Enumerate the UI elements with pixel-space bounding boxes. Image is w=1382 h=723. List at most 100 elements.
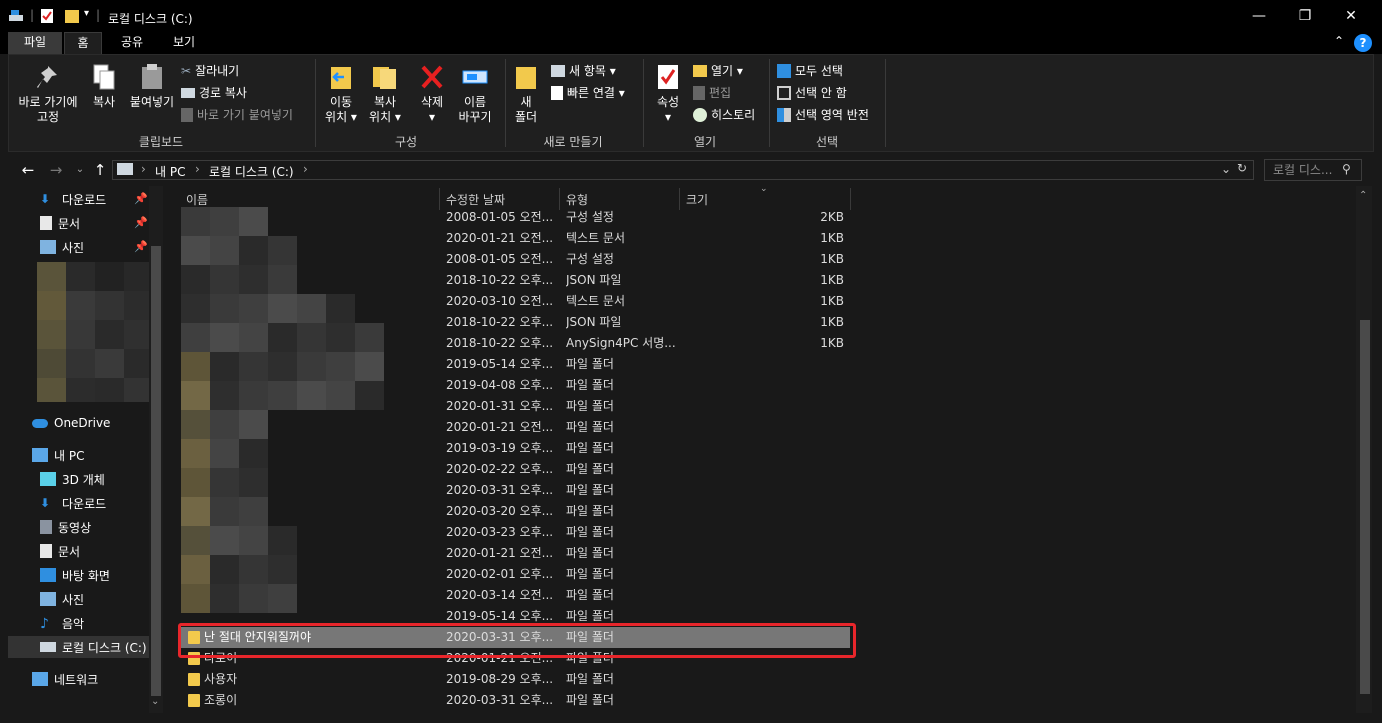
copy-to-button[interactable]: 복사 위치 ▾ <box>365 63 405 125</box>
address-bar[interactable]: › 내 PC › 로컬 디스크 (C:) › ⌄ ↻ <box>112 160 1254 180</box>
properties-button[interactable]: 속성 ▾ <box>653 63 683 125</box>
nav-scrollbar[interactable]: ⌄ <box>149 186 163 713</box>
collapse-ribbon-icon[interactable]: ⌃ <box>1334 34 1344 48</box>
recent-locations-button[interactable]: ⌄ <box>70 161 90 179</box>
breadcrumb-separator: › <box>303 162 308 176</box>
open-button[interactable]: 열기 ▾ <box>693 61 743 81</box>
drive-icon[interactable] <box>8 8 24 26</box>
help-button[interactable]: ? <box>1354 34 1372 52</box>
file-size: 1KB <box>820 231 844 245</box>
file-row[interactable]: 사용자 2019-08-29 오후... 파일 폴더 <box>180 669 850 690</box>
nav-label: 다운로드 <box>62 192 107 207</box>
paste-shortcut-button[interactable]: 바로 가기 붙여넣기 <box>181 105 293 125</box>
rename-button[interactable]: 이름 바꾸기 <box>455 63 495 125</box>
easy-access-button[interactable]: 빠른 연결 ▾ <box>551 83 625 103</box>
file-type: 파일 폴더 <box>566 441 614 455</box>
pin-to-quick-access-button[interactable]: 바로 가기에 고정 <box>15 63 81 125</box>
invert-selection-button[interactable]: 선택 영역 반전 <box>777 105 869 125</box>
file-date: 2020-03-10 오전... <box>446 294 554 308</box>
maximize-button[interactable]: ❐ <box>1282 0 1328 32</box>
file-date: 2020-01-21 오전... <box>446 231 554 245</box>
mosaic-tile <box>355 323 384 352</box>
scroll-up-icon[interactable]: ⌃ <box>1359 190 1367 201</box>
close-button[interactable]: ✕ <box>1328 0 1374 32</box>
file-name: 사용자 <box>204 672 238 686</box>
file-type: 텍스트 문서 <box>566 294 626 308</box>
nav-quick-pictures[interactable]: 사진 <box>40 236 84 258</box>
nav-3d-objects[interactable]: 3D 개체 <box>40 468 105 490</box>
file-type: JSON 파일 <box>566 315 622 329</box>
nav-onedrive[interactable]: OneDrive <box>32 412 110 434</box>
file-type: 파일 폴더 <box>566 483 614 497</box>
up-button[interactable]: ↑ <box>90 161 110 179</box>
refresh-icon[interactable]: ↻ <box>1237 161 1247 175</box>
properties-check-icon[interactable] <box>40 8 54 26</box>
back-button[interactable]: ← <box>18 161 38 179</box>
file-type: 파일 폴더 <box>566 546 614 560</box>
new-item-icon <box>551 65 565 77</box>
file-date: 2008-01-05 오전... <box>446 252 554 266</box>
nav-quick-documents[interactable]: 문서 <box>40 212 80 234</box>
history-button[interactable]: 히스토리 <box>693 105 755 125</box>
select-none-button[interactable]: 선택 안 함 <box>777 83 847 103</box>
delete-button[interactable]: 삭제 ▾ <box>415 63 449 125</box>
file-type: 파일 폴더 <box>566 504 614 518</box>
copy-to-label-1: 복사 <box>373 95 397 109</box>
copy-button[interactable]: 복사 <box>87 63 121 110</box>
status-bar <box>0 713 1382 723</box>
breadcrumb-local-disk[interactable]: 로컬 디스크 (C:) <box>209 163 294 180</box>
blurred-quick-access-items <box>37 262 153 402</box>
new-folder-button[interactable]: 새 폴더 <box>509 63 543 125</box>
nav-local-disk[interactable]: 로컬 디스크 (C:) <box>8 636 149 658</box>
minimize-button[interactable]: — <box>1236 0 1282 32</box>
edit-icon <box>693 86 705 100</box>
divider <box>315 59 316 147</box>
nav-pictures[interactable]: 사진 <box>40 588 84 610</box>
mosaic-tile <box>210 265 239 294</box>
file-type: 파일 폴더 <box>566 357 614 371</box>
copy-path-button[interactable]: 경로 복사 <box>181 83 247 103</box>
paste-button[interactable]: 붙여넣기 <box>125 63 179 110</box>
select-all-button[interactable]: 모두 선택 <box>777 61 843 81</box>
nav-documents[interactable]: 문서 <box>40 540 80 562</box>
file-type: 파일 폴더 <box>566 567 614 581</box>
nav-this-pc[interactable]: 내 PC <box>32 444 84 466</box>
nav-label: 사진 <box>62 592 85 607</box>
file-list-scroll-thumb[interactable] <box>1360 320 1370 694</box>
copy-to-label-2: 위치 ▾ <box>369 110 401 124</box>
pin-icon: 📌 <box>134 192 148 205</box>
nav-downloads[interactable]: ⬇ 다운로드 <box>40 492 106 514</box>
nav-network[interactable]: 네트워크 <box>32 668 98 690</box>
new-folder-label-1: 새 <box>520 95 532 109</box>
forward-button[interactable]: → <box>46 161 66 179</box>
tab-view[interactable]: 보기 <box>164 32 204 54</box>
move-to-button[interactable]: 이동 위치 ▾ <box>321 63 361 125</box>
breadcrumb-separator: › <box>195 162 200 176</box>
breadcrumb-this-pc[interactable]: 내 PC <box>155 163 185 180</box>
file-type: 파일 폴더 <box>566 399 614 413</box>
mosaic-tile <box>210 468 239 497</box>
tab-home[interactable]: 홈 <box>64 32 102 54</box>
file-row[interactable]: 조롱이 2020-03-31 오후... 파일 폴더 <box>180 690 850 711</box>
file-date: 2020-03-31 오후... <box>446 483 554 497</box>
cut-button[interactable]: ✂ 잘라내기 <box>181 61 239 81</box>
tab-file[interactable]: 파일 <box>8 32 62 54</box>
customize-toolbar-icon[interactable]: ▾ <box>84 8 89 26</box>
nav-desktop[interactable]: 바탕 화면 <box>40 564 110 586</box>
nav-quick-downloads[interactable]: ⬇ 다운로드 <box>40 188 106 210</box>
nav-scroll-thumb[interactable] <box>151 246 161 696</box>
edit-button[interactable]: 편집 <box>693 83 731 103</box>
cube-icon <box>40 472 56 486</box>
nav-videos[interactable]: 동영상 <box>40 516 91 538</box>
pin-label-1: 바로 가기에 <box>18 95 78 109</box>
pin-icon <box>37 66 57 88</box>
address-dropdown-icon[interactable]: ⌄ <box>1221 162 1231 176</box>
new-folder-icon[interactable] <box>64 8 80 26</box>
tab-share[interactable]: 공유 <box>112 32 152 54</box>
scroll-down-icon[interactable]: ⌄ <box>151 696 159 707</box>
nav-music[interactable]: ♪ 음악 <box>40 612 84 634</box>
new-item-button[interactable]: 새 항목 ▾ <box>551 61 616 81</box>
file-type: 파일 폴더 <box>566 420 614 434</box>
cloud-icon <box>32 418 48 428</box>
file-type: 파일 폴더 <box>566 672 614 686</box>
